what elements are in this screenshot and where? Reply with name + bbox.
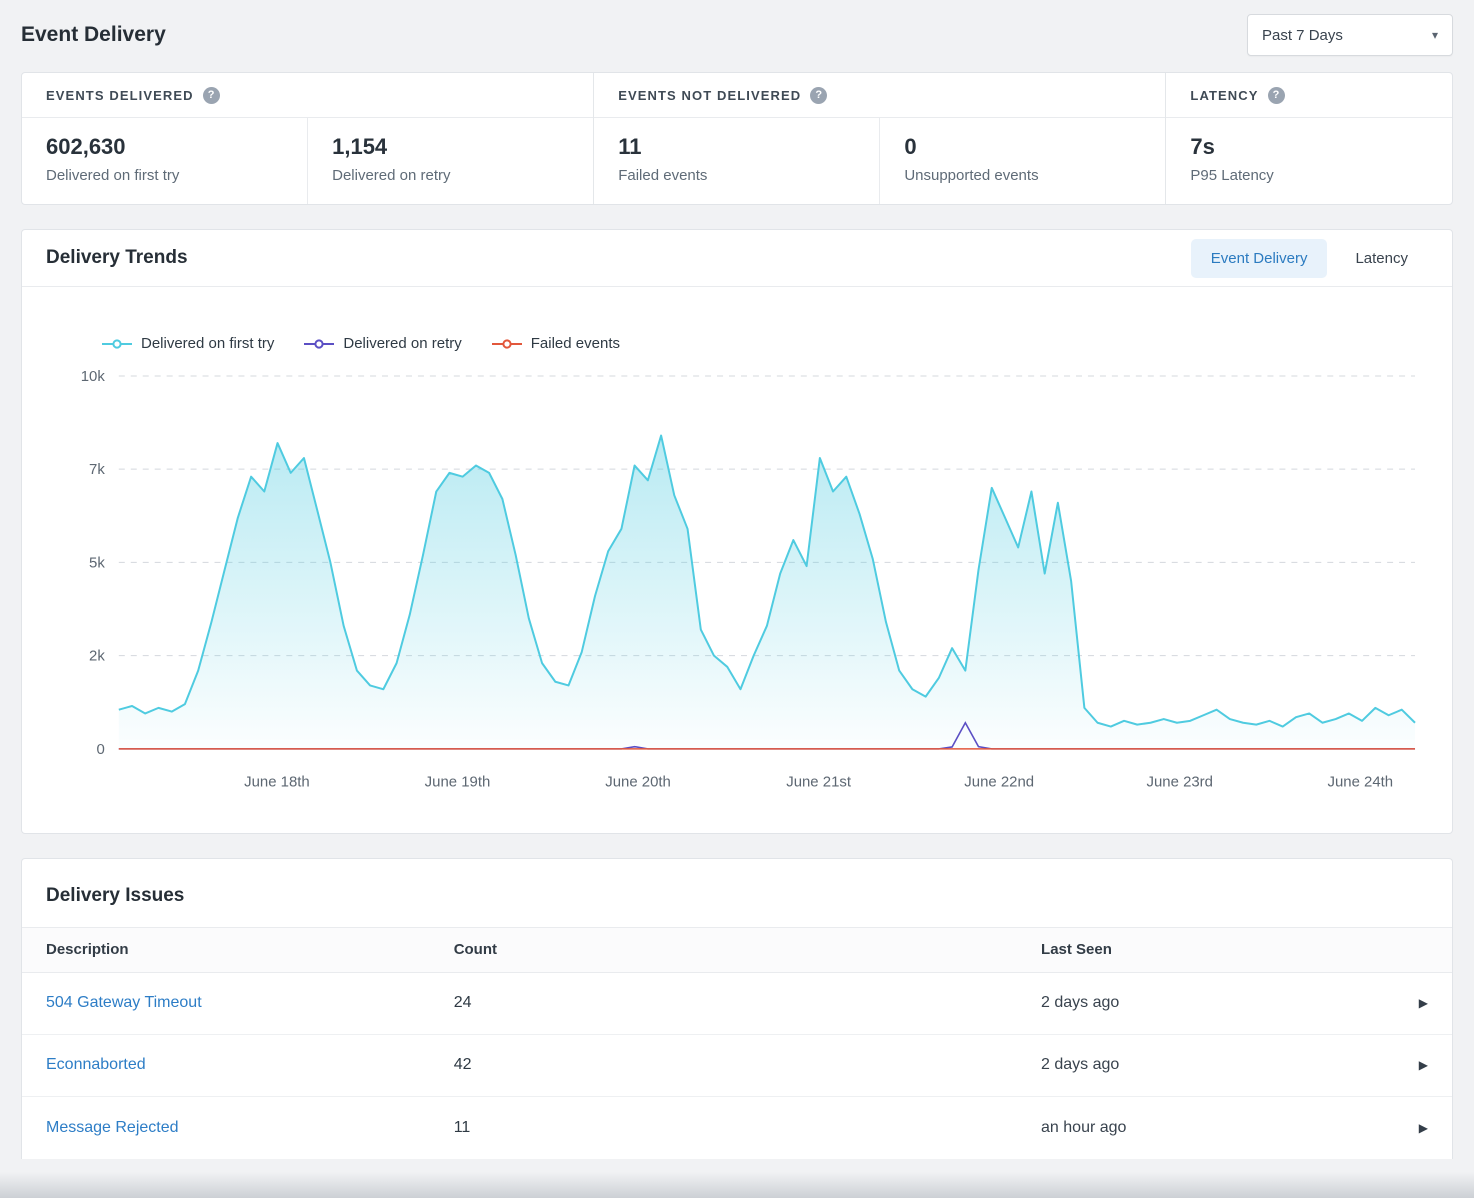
stat-group-events-not-delivered: EVENTS NOT DELIVERED ? 11 Failed events … xyxy=(593,73,1165,204)
stat-group-label: EVENTS DELIVERED xyxy=(46,88,194,103)
issue-last-seen: 2 days ago xyxy=(1041,1056,1119,1073)
legend-item-failed[interactable]: Failed events xyxy=(492,335,620,352)
legend-line-dot-icon xyxy=(304,338,334,350)
chevron-down-icon: ▾ xyxy=(1432,28,1438,42)
legend-label: Delivered on first try xyxy=(141,335,274,352)
svg-text:June 19th: June 19th xyxy=(425,774,491,791)
svg-text:0: 0 xyxy=(97,741,105,758)
issue-last-seen: 2 days ago xyxy=(1041,994,1119,1011)
time-range-dropdown[interactable]: Past 7 Days ▾ xyxy=(1247,14,1453,56)
metric-delivered-retry: 1,154 Delivered on retry xyxy=(307,118,593,204)
column-header-count: Count xyxy=(454,941,1041,958)
metric-failed-events: 11 Failed events xyxy=(594,118,879,204)
stat-group-label: EVENTS NOT DELIVERED xyxy=(618,88,801,103)
issues-title: Delivery Issues xyxy=(46,885,1428,907)
trends-header: Delivery Trends Event Delivery Latency xyxy=(22,230,1452,287)
stat-group-header: LATENCY ? xyxy=(1166,73,1452,118)
chevron-right-icon[interactable]: ▶ xyxy=(1419,996,1428,1010)
tab-latency[interactable]: Latency xyxy=(1335,239,1428,278)
chevron-right-icon[interactable]: ▶ xyxy=(1419,1121,1428,1135)
delivery-trends-card: Delivery Trends Event Delivery Latency D… xyxy=(21,229,1453,834)
svg-text:5k: 5k xyxy=(89,554,105,571)
metric-delivered-first-try: 602,630 Delivered on first try xyxy=(22,118,307,204)
stat-group-latency: LATENCY ? 7s P95 Latency xyxy=(1165,73,1452,204)
issues-table-header: Description Count Last Seen xyxy=(22,927,1452,973)
svg-text:June 18th: June 18th xyxy=(244,774,310,791)
issue-count: 24 xyxy=(454,994,472,1011)
column-header-last-seen: Last Seen xyxy=(1041,941,1402,958)
metric-value: 0 xyxy=(904,134,1141,160)
trends-tabs: Event Delivery Latency xyxy=(1191,239,1428,278)
issue-last-seen: an hour ago xyxy=(1041,1119,1126,1136)
issue-link[interactable]: Message Rejected xyxy=(46,1119,179,1136)
help-icon[interactable]: ? xyxy=(1268,87,1285,104)
svg-text:2k: 2k xyxy=(89,648,105,665)
issue-link[interactable]: 504 Gateway Timeout xyxy=(46,994,202,1011)
legend-label: Failed events xyxy=(531,335,620,352)
help-icon[interactable]: ? xyxy=(810,87,827,104)
legend-item-retry[interactable]: Delivered on retry xyxy=(304,335,461,352)
tab-event-delivery[interactable]: Event Delivery xyxy=(1191,239,1328,278)
metric-label: Delivered on retry xyxy=(332,167,569,184)
metric-label: Failed events xyxy=(618,167,855,184)
delivery-issues-card: Delivery Issues Description Count Last S… xyxy=(21,858,1453,1159)
legend-line-dot-icon xyxy=(102,338,132,350)
issue-count: 11 xyxy=(454,1119,471,1136)
chart-legend: Delivered on first try Delivered on retr… xyxy=(102,335,1430,352)
svg-text:June 22nd: June 22nd xyxy=(964,774,1034,791)
svg-text:7k: 7k xyxy=(89,461,105,478)
issue-link[interactable]: Econnaborted xyxy=(46,1056,146,1073)
page-bottom-fade xyxy=(0,1172,1474,1198)
stat-group-events-delivered: EVENTS DELIVERED ? 602,630 Delivered on … xyxy=(22,73,593,204)
column-header-description: Description xyxy=(46,941,454,958)
page-header: Event Delivery Past 7 Days ▾ xyxy=(21,0,1453,72)
help-icon[interactable]: ? xyxy=(203,87,220,104)
metric-unsupported-events: 0 Unsupported events xyxy=(879,118,1165,204)
svg-text:June 24th: June 24th xyxy=(1328,774,1394,791)
stat-group-label: LATENCY xyxy=(1190,88,1258,103)
metric-label: Delivered on first try xyxy=(46,167,283,184)
svg-text:June 23rd: June 23rd xyxy=(1147,774,1213,791)
page-title: Event Delivery xyxy=(21,23,166,47)
svg-text:June 21st: June 21st xyxy=(786,774,852,791)
trends-chart-area: Delivered on first try Delivered on retr… xyxy=(22,287,1452,833)
metric-label: Unsupported events xyxy=(904,167,1141,184)
trends-title: Delivery Trends xyxy=(46,247,188,269)
metric-value: 1,154 xyxy=(332,134,569,160)
metric-value: 602,630 xyxy=(46,134,283,160)
table-row-econnaborted[interactable]: Econnaborted 42 2 days ago ▶ xyxy=(22,1035,1452,1097)
svg-text:10k: 10k xyxy=(81,368,106,385)
legend-line-dot-icon xyxy=(492,338,522,350)
metric-value: 7s xyxy=(1190,134,1428,160)
legend-item-first-try[interactable]: Delivered on first try xyxy=(102,335,274,352)
stat-group-header: EVENTS DELIVERED ? xyxy=(22,73,593,118)
metric-label: P95 Latency xyxy=(1190,167,1428,184)
event-delivery-page: Event Delivery Past 7 Days ▾ EVENTS DELI… xyxy=(0,0,1474,1159)
metric-p95-latency: 7s P95 Latency xyxy=(1166,118,1452,204)
time-range-value: Past 7 Days xyxy=(1262,27,1343,44)
svg-text:June 20th: June 20th xyxy=(605,774,671,791)
metric-value: 11 xyxy=(618,134,855,160)
chevron-right-icon[interactable]: ▶ xyxy=(1419,1058,1428,1072)
delivery-trends-chart: 0 2k 5k 7k 10k June 18th June 19th June 20th Jun… xyxy=(44,360,1430,799)
table-row-504-gateway-timeout[interactable]: 504 Gateway Timeout 24 2 days ago ▶ xyxy=(22,973,1452,1035)
legend-label: Delivered on retry xyxy=(343,335,461,352)
table-row-message-rejected[interactable]: Message Rejected 11 an hour ago ▶ xyxy=(22,1097,1452,1159)
delivery-stats-card: EVENTS DELIVERED ? 602,630 Delivered on … xyxy=(21,72,1453,205)
issue-count: 42 xyxy=(454,1056,472,1073)
stat-group-header: EVENTS NOT DELIVERED ? xyxy=(594,73,1165,118)
